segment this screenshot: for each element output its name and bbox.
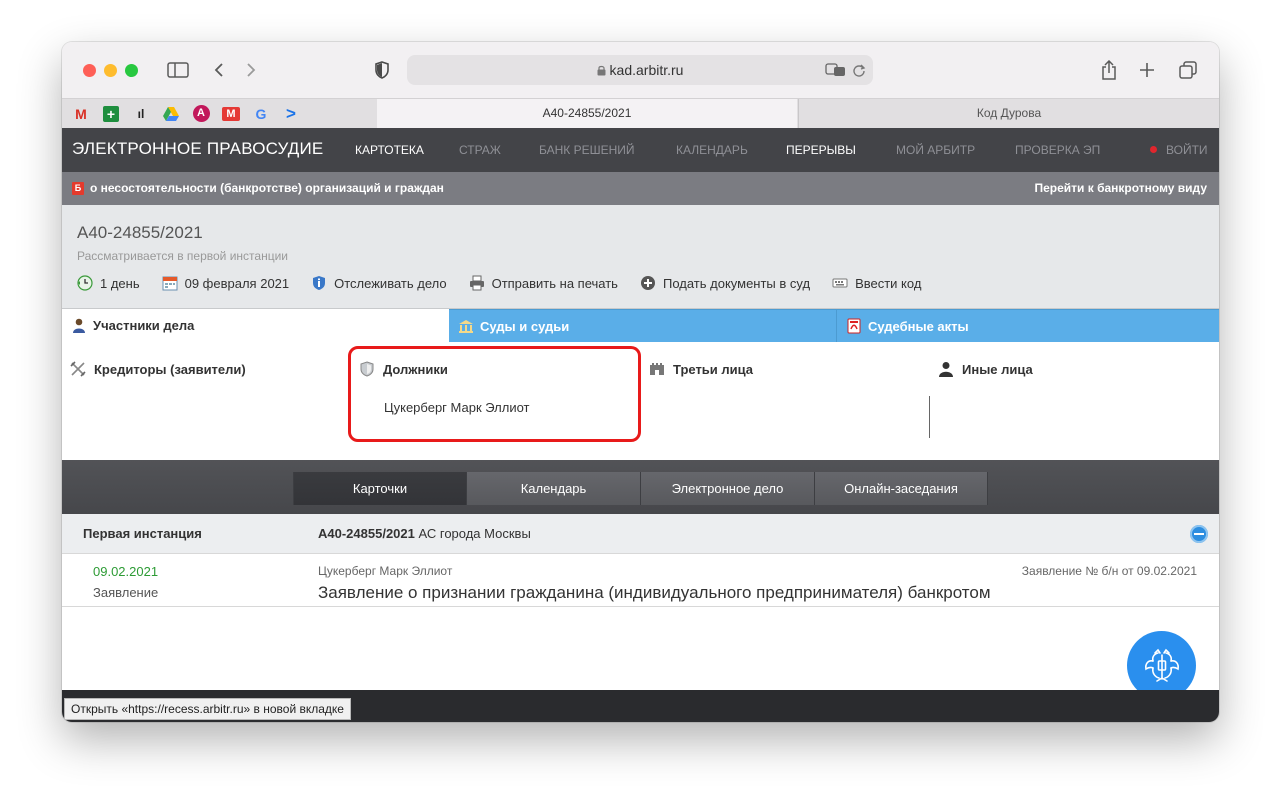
document-type: Заявление: [93, 585, 159, 600]
login-link[interactable]: ВОЙТИ: [1150, 143, 1208, 157]
creditors-column: Кредиторы (заявители): [70, 361, 246, 377]
close-window-button[interactable]: [83, 64, 96, 77]
swords-icon: [70, 361, 86, 377]
browser-window: kad.arbitr.ru M + ıl A M G > А40-24855/2…: [62, 42, 1219, 722]
document-title[interactable]: Заявление о признании гражданина (индиви…: [318, 583, 991, 603]
instance-row: Первая инстанция А40-24855/2021 АС город…: [62, 514, 1219, 554]
pdf-icon: [846, 318, 862, 334]
case-status: Рассматривается в первой инстанции: [77, 249, 288, 263]
print-button[interactable]: Отправить на печать: [469, 275, 618, 291]
instance-case-number[interactable]: А40-24855/2021: [318, 526, 415, 541]
favorites-bar: M + ıl A M G >: [62, 99, 377, 128]
nav-kalendar[interactable]: КАЛЕНДАРЬ: [676, 143, 748, 157]
participants-tabs: Участники дела Суды и судьи Судебные акт…: [62, 309, 1219, 342]
share-icon[interactable]: [1098, 57, 1120, 83]
nav-pereryvy[interactable]: ПЕРЕРЫВЫ: [786, 143, 856, 157]
case-info: А40-24855/2021 Рассматривается в первой …: [62, 205, 1219, 309]
double-headed-eagle-icon: [1144, 648, 1179, 682]
instance-label: Первая инстанция: [83, 526, 202, 541]
tab-online-sessions[interactable]: Онлайн-заседания: [815, 472, 988, 505]
column-divider: [929, 396, 930, 438]
lock-icon: [597, 63, 606, 79]
bankruptcy-view-link[interactable]: Перейти к банкротному виду: [1034, 181, 1207, 195]
other-parties-column: Иные лица: [938, 361, 1033, 377]
link-status-tooltip: Открыть «https://recess.arbitr.ru» в нов…: [64, 698, 351, 720]
case-actions: 1 день 09 февраля 2021 Отслеживать дело …: [77, 275, 943, 291]
collapse-icon[interactable]: [1190, 525, 1208, 543]
privacy-shield-icon[interactable]: [372, 57, 392, 83]
chevron-favicon[interactable]: >: [280, 104, 302, 123]
drive-favicon[interactable]: [160, 105, 182, 123]
bankruptcy-subheader: Б о несостоятельности (банкротстве) орга…: [62, 172, 1219, 205]
nav-moy-arbitr[interactable]: МОЙ АРБИТР: [896, 143, 975, 157]
login-dot-icon: [1150, 146, 1157, 153]
reload-icon[interactable]: [850, 57, 868, 83]
site-header: ЭЛЕКТРОННОЕ ПРАВОСУДИЕ КАРТОТЕКА СТРАЖ Б…: [62, 128, 1219, 172]
forward-icon[interactable]: [242, 57, 260, 83]
zoom-window-button[interactable]: [125, 64, 138, 77]
printer-icon: [469, 275, 485, 291]
tab-durov-code[interactable]: Код Дурова: [798, 99, 1219, 128]
person-icon: [71, 318, 87, 334]
view-tabs-bar: Карточки Календарь Электронное дело Онла…: [62, 460, 1219, 514]
new-tab-icon[interactable]: [1136, 57, 1158, 83]
person-silhouette-icon: [938, 361, 954, 377]
date-item: 09 февраля 2021: [162, 275, 289, 291]
plus-circle-icon: [640, 275, 656, 291]
tab-participants[interactable]: Участники дела: [62, 309, 449, 342]
shield-info-icon: [311, 275, 327, 291]
document-row: 09.02.2021 Заявление Цукерберг Марк Элли…: [62, 554, 1219, 607]
submit-documents-button[interactable]: Подать документы в суд: [640, 275, 810, 291]
tab-case[interactable]: А40-24855/2021: [377, 99, 797, 128]
analytics-favicon[interactable]: ıl: [130, 105, 152, 123]
browser-titlebar: kad.arbitr.ru: [62, 42, 1219, 98]
translate-icon[interactable]: [824, 57, 848, 83]
instance-case: А40-24855/2021 АС города Москвы: [318, 526, 531, 541]
calendar-icon: [162, 275, 178, 291]
mail-favicon[interactable]: M: [220, 105, 242, 123]
sheets-favicon[interactable]: +: [100, 105, 122, 123]
bankruptcy-category: о несостоятельности (банкротстве) органи…: [90, 181, 444, 195]
nav-strazh[interactable]: СТРАЖ: [459, 143, 501, 157]
courthouse-icon: [458, 318, 474, 334]
third-parties-column: Третьи лица: [649, 361, 753, 377]
gmail-favicon[interactable]: M: [70, 105, 92, 123]
debtor-highlight-frame: [348, 346, 641, 442]
address-url: kad.arbitr.ru: [609, 62, 684, 78]
tab-overview-icon[interactable]: [1177, 57, 1199, 83]
google-favicon[interactable]: G: [250, 105, 272, 123]
minimize-window-button[interactable]: [104, 64, 117, 77]
clock-icon: [77, 275, 93, 291]
bankruptcy-badge-icon: Б: [72, 181, 84, 195]
instance-court: АС города Москвы: [414, 526, 531, 541]
tab-courts-judges[interactable]: Суды и судьи: [449, 309, 836, 342]
browser-tabbar: M + ıl A M G > А40-24855/2021 Код Дурова: [62, 98, 1219, 128]
enter-code-button[interactable]: Ввести код: [832, 275, 921, 291]
nav-proverka-ep[interactable]: ПРОВЕРКА ЭП: [1015, 143, 1100, 157]
castle-icon: [649, 361, 665, 377]
back-icon[interactable]: [210, 57, 228, 83]
tab-electronic-case[interactable]: Электронное дело: [641, 472, 815, 505]
address-bar[interactable]: kad.arbitr.ru: [407, 55, 873, 85]
document-date: 09.02.2021: [93, 564, 159, 579]
duration-item: 1 день: [77, 275, 140, 291]
document-reference: Заявление № б/н от 09.02.2021: [1021, 564, 1197, 578]
app-a-favicon[interactable]: A: [190, 105, 212, 123]
keyboard-icon: [832, 275, 848, 291]
nav-kartoteka[interactable]: КАРТОТЕКА: [355, 143, 424, 157]
site-brand[interactable]: ЭЛЕКТРОННОЕ ПРАВОСУДИЕ: [72, 139, 323, 159]
tab-cards[interactable]: Карточки: [293, 472, 467, 505]
nav-bank-resheniy[interactable]: БАНК РЕШЕНИЙ: [539, 143, 635, 157]
document-party: Цукерберг Марк Эллиот: [318, 564, 453, 578]
track-case-button[interactable]: Отслеживать дело: [311, 275, 447, 291]
sidebar-toggle-icon[interactable]: [166, 57, 190, 83]
case-number: А40-24855/2021: [77, 223, 203, 242]
tab-calendar[interactable]: Календарь: [467, 472, 641, 505]
tab-court-acts[interactable]: Судебные акты: [836, 309, 1219, 342]
